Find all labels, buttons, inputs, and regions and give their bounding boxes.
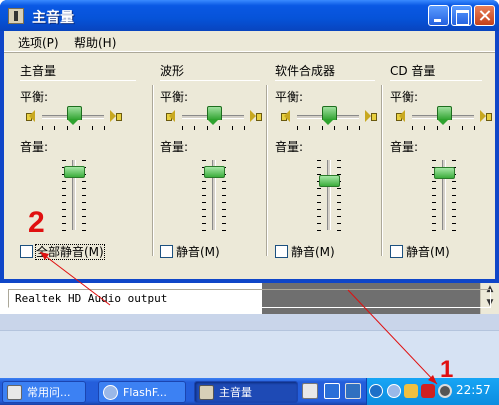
shield-icon[interactable] [421,384,435,398]
task-label: 主音量 [219,386,252,399]
balance-ticks [42,126,105,130]
mute-checkbox-box[interactable] [160,245,173,258]
status-bar: Realtek HD Audio output [8,289,491,308]
balance-label: 平衡: [275,90,304,104]
task-label: FlashF... [123,386,167,399]
balance-label: 平衡: [160,90,189,104]
mute-label: 静音(M) [176,245,220,259]
mute-checkbox[interactable]: 静音(M) [390,243,450,259]
status-text: Realtek HD Audio output [15,292,168,305]
balance-ticks [412,126,475,130]
background-panel [0,314,499,330]
window-client-area: 选项(P) 帮助(H) 主音量 平衡: 音量: 全部静音(M) 波形 平衡: 音… [4,31,495,308]
taskbar: 常用问... FlashF... 主音量 22:57 [0,378,499,405]
speaker-left-icon [166,109,176,123]
mute-checkbox-box[interactable] [20,245,33,258]
flashfxp-tray-icon[interactable] [387,384,401,398]
channel-title-underline [160,80,260,81]
mute-checkbox-box[interactable] [390,245,403,258]
qq-icon[interactable] [404,384,418,398]
mute-label: 全部静音(M) [35,244,105,260]
task-button-document[interactable]: 常用问... [2,381,86,403]
menu-separator [4,52,495,54]
speaker-right-icon [480,109,492,123]
balance-slider-thumb[interactable] [67,106,82,126]
channel-title: 主音量 [20,64,57,78]
balance-slider-thumb[interactable] [437,106,452,126]
volume-label: 音量: [275,140,304,154]
minimize-button[interactable] [428,5,449,26]
background-panel-lower [0,330,499,378]
volume-slider-thumb[interactable] [204,166,225,178]
document-icon [7,385,22,400]
volume-app-icon[interactable] [8,8,24,24]
balance-ticks [182,126,245,130]
window-title: 主音量 [32,10,74,26]
mute-checkbox[interactable]: 静音(M) [275,243,335,259]
speaker-left-icon [281,109,291,123]
volume-ticks-left [317,160,321,231]
channel-title: CD 音量 [390,64,436,78]
balance-slider-thumb[interactable] [322,106,337,126]
speaker-left-icon [26,109,36,123]
flashfxp-icon [103,385,118,400]
volume-label: 音量: [20,140,49,154]
speaker-icon[interactable] [345,383,361,399]
volume-ticks-right [337,160,341,231]
volume-control-window: 主音量 选项(P) 帮助(H) 主音量 平衡: 音量: 全部静音(M) 波形 平… [0,0,499,308]
keyboard-icon[interactable] [302,383,318,399]
channel-title-underline [20,80,136,81]
tray-expand-icon[interactable] [369,384,383,398]
mute-checkbox[interactable]: 静音(M) [160,243,220,259]
menu-help[interactable]: 帮助(H) [74,34,116,51]
task-button-flashfxp[interactable]: FlashF... [98,381,186,403]
channel-title-underline [275,80,375,81]
channel-1: 波形 平衡: 音量: 静音(M) [160,58,268,259]
channel-divider [152,85,154,256]
mute-checkbox-box[interactable] [275,245,288,258]
volume-label: 音量: [160,140,189,154]
channel-3: CD 音量 平衡: 音量: 静音(M) [390,58,492,259]
close-button[interactable] [474,5,495,26]
mute-checkbox[interactable]: 全部静音(M) [20,243,105,260]
balance-slider-thumb[interactable] [207,106,222,126]
title-bar[interactable]: 主音量 [0,0,499,31]
channel-0: 主音量 平衡: 音量: 全部静音(M) [20,58,144,260]
channel-2: 软件合成器 平衡: 音量: 静音(M) [275,58,383,259]
volume-control-icon [199,385,214,400]
volume-track[interactable] [327,160,331,230]
volume-label: 音量: [390,140,419,154]
volume-slider-thumb[interactable] [434,167,455,179]
volume-tray-icon[interactable] [438,384,452,398]
balance-label: 平衡: [20,90,49,104]
menu-bar: 选项(P) 帮助(H) [4,31,495,52]
balance-label: 平衡: [390,90,419,104]
speaker-right-icon [365,109,377,123]
task-button-volume[interactable]: 主音量 [194,381,298,403]
mute-label: 静音(M) [406,245,450,259]
balance-ticks [297,126,360,130]
window-icon[interactable] [324,383,340,399]
volume-slider-thumb[interactable] [64,166,85,178]
channel-title-underline [390,80,482,81]
speaker-left-icon [396,109,406,123]
channel-title: 软件合成器 [275,64,336,78]
speaker-right-icon [110,109,122,123]
system-tray: 22:57 [366,378,499,405]
clock[interactable]: 22:57 [456,383,491,397]
mute-label: 静音(M) [291,245,335,259]
quick-launch [300,383,366,401]
volume-slider-thumb[interactable] [319,175,340,187]
maximize-button[interactable] [451,5,472,26]
task-label: 常用问... [27,386,71,399]
menu-options[interactable]: 选项(P) [18,34,59,51]
speaker-right-icon [250,109,262,123]
channel-title: 波形 [160,64,185,78]
